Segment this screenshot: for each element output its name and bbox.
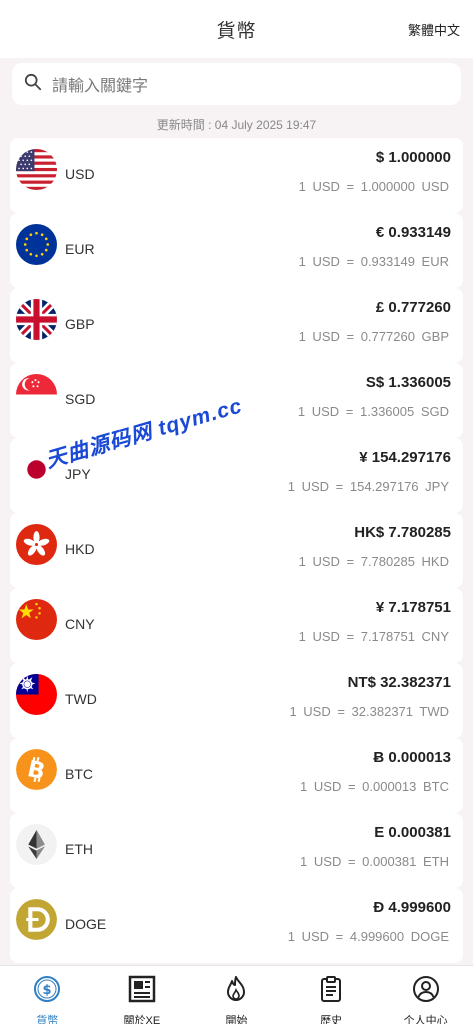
currency-rate: 1 USD = 1.336005 SGD [297, 404, 449, 419]
bottom-tab-bar: $ 貨幣 關於XE 開始 歷史 个人中心 [0, 965, 473, 1024]
currency-code: EUR [65, 241, 95, 257]
dogecoin-icon [16, 899, 57, 940]
user-circle-icon [412, 975, 440, 1008]
currency-rate: 1 USD = 0.000013 BTC [300, 779, 449, 794]
hk-flag-icon [16, 524, 57, 565]
tab-label: 个人中心 [403, 1015, 448, 1024]
tab-label: 歷史 [320, 1015, 343, 1024]
currency-code: GBP [65, 316, 95, 332]
currency-price: € 0.933149 [375, 224, 451, 241]
currency-row-doge[interactable]: DOGE Ð 4.999600 1 USD = 4.999600 DOGE [10, 888, 463, 963]
currency-code: HKD [65, 541, 95, 557]
update-timestamp: 更新時間 : 04 July 2025 19:47 [156, 118, 317, 132]
tab-label: 開始 [225, 1015, 248, 1024]
us-flag-icon [16, 149, 57, 190]
currency-rate: 1 USD = 0.777260 GBP [298, 329, 449, 344]
currency-rate: 1 USD = 4.999600 DOGE [287, 929, 449, 944]
tab-label: 關於XE [123, 1015, 161, 1024]
dollar-circle-icon: $ [33, 975, 61, 1008]
currency-code: SGD [65, 391, 96, 407]
currency-price: S$ 1.336005 [365, 374, 451, 391]
currency-code: DOGE [65, 916, 107, 932]
currency-row-gbp[interactable]: GBP £ 0.777260 1 USD = 0.777260 GBP [10, 288, 463, 363]
currency-row-btc[interactable]: B BTC Ƀ 0.000013 1 USD = 0.000013 BTC [10, 738, 463, 813]
currency-code: USD [65, 166, 95, 182]
search-input[interactable]: 請輸入關鍵字 [52, 72, 148, 96]
ethereum-icon [16, 824, 57, 865]
currency-row-eur[interactable]: EUR € 0.933149 1 USD = 0.933149 EUR [10, 213, 463, 288]
currency-price: $ 1.000000 [375, 149, 451, 166]
tab-label: 貨幣 [36, 1015, 59, 1024]
currency-code: TWD [65, 691, 97, 707]
app-root: 貨幣 繁體中文 請輸入關鍵字 更新時間 : 04 July 2025 19:47… [0, 0, 473, 1024]
currency-code: ETH [65, 841, 93, 857]
currency-row-hkd[interactable]: HKD HK$ 7.780285 1 USD = 7.780285 HKD [10, 513, 463, 588]
flame-icon [222, 975, 250, 1008]
currency-price: £ 0.777260 [375, 299, 451, 316]
tab-history[interactable]: 歷史 [284, 966, 379, 1024]
search-bar[interactable]: 請輸入關鍵字 [12, 63, 461, 105]
clipboard-icon [317, 975, 345, 1008]
currency-price: ¥ 154.297176 [359, 449, 451, 466]
currency-code: BTC [65, 766, 93, 782]
currency-price: ¥ 7.178751 [375, 599, 451, 616]
currency-price: Ƀ 0.000013 [373, 749, 451, 766]
tab-about-xe[interactable]: 關於XE [95, 966, 190, 1024]
currency-row-twd[interactable]: TWD NT$ 32.382371 1 USD = 32.382371 TWD [10, 663, 463, 738]
currency-rate: 1 USD = 0.000381 ETH [300, 854, 449, 869]
currency-code: CNY [65, 616, 95, 632]
currency-list: USD $ 1.000000 1 USD = 1.000000 USD EUR … [10, 138, 463, 963]
currency-row-eth[interactable]: ETH Ε 0.000381 1 USD = 0.000381 ETH [10, 813, 463, 888]
currency-rate: 1 USD = 7.178751 CNY [298, 629, 449, 644]
top-bar: 貨幣 繁體中文 [0, 0, 473, 58]
currency-rate: 1 USD = 7.780285 HKD [298, 554, 449, 569]
tw-flag-icon [16, 674, 57, 715]
currency-price: HK$ 7.780285 [354, 524, 451, 541]
uk-flag-icon [16, 299, 57, 340]
tab-start[interactable]: 開始 [189, 966, 284, 1024]
currency-row-usd[interactable]: USD $ 1.000000 1 USD = 1.000000 USD [10, 138, 463, 213]
currency-price: Ε 0.000381 [374, 824, 451, 841]
svg-text:$: $ [43, 983, 52, 998]
tab-currency[interactable]: $ 貨幣 [0, 966, 95, 1024]
currency-row-cny[interactable]: CNY ¥ 7.178751 1 USD = 7.178751 CNY [10, 588, 463, 663]
cn-flag-icon [16, 599, 57, 640]
eu-flag-icon [16, 224, 57, 265]
currency-price: Ð 4.999600 [373, 899, 451, 916]
bitcoin-icon: B [16, 749, 57, 790]
newspaper-icon [128, 975, 156, 1008]
currency-rate: 1 USD = 32.382371 TWD [289, 704, 449, 719]
currency-rate: 1 USD = 0.933149 EUR [298, 254, 449, 269]
currency-rate: 1 USD = 1.000000 USD [298, 179, 449, 194]
tab-profile[interactable]: 个人中心 [378, 966, 473, 1024]
sg-flag-icon [16, 374, 57, 415]
language-switch[interactable]: 繁體中文 [408, 20, 460, 39]
search-icon [24, 73, 42, 96]
currency-rate: 1 USD = 154.297176 JPY [287, 479, 449, 494]
currency-price: NT$ 32.382371 [347, 674, 451, 691]
page-title: 貨幣 [216, 20, 257, 42]
